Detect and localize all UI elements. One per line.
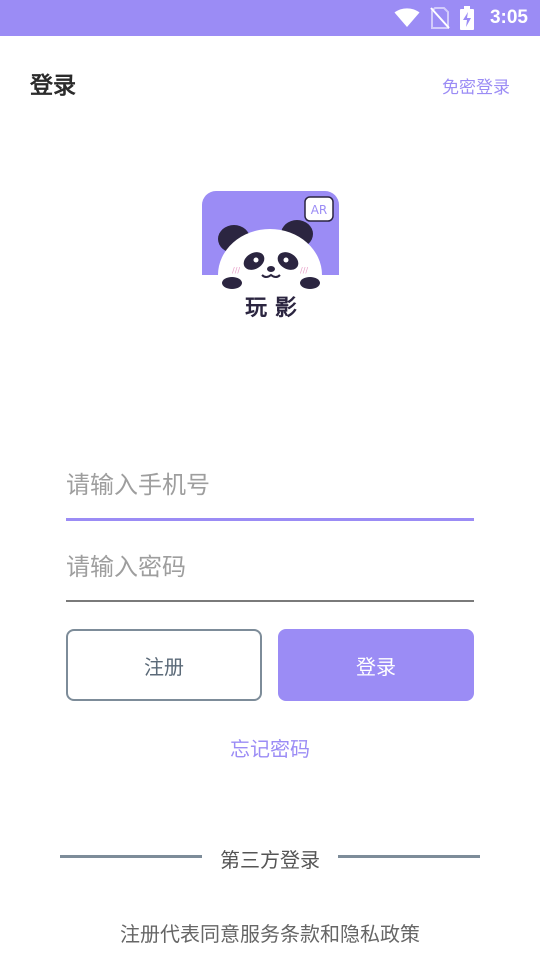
logo-app-name: 玩 影 (245, 296, 297, 321)
password-input[interactable] (66, 542, 474, 592)
status-time: 3:05 (489, 7, 528, 28)
forgot-password-link: 忘记密码 (0, 733, 540, 762)
battery-charging-icon (459, 6, 474, 30)
password-input-underline (66, 600, 474, 602)
ar-badge: AR (311, 203, 328, 217)
forgot-password-text[interactable]: 忘记密码 (230, 737, 310, 761)
password-field-container (66, 542, 474, 592)
divider-right (338, 855, 480, 858)
password-free-login-link[interactable]: 免密登录 (442, 73, 510, 98)
wifi-icon (394, 8, 420, 28)
status-bar: 3:05 (0, 0, 540, 36)
app-logo: /// /// AR 玩 影 (202, 191, 339, 322)
divider-left (60, 855, 202, 858)
phone-input-underline (66, 518, 474, 521)
phone-input[interactable] (66, 460, 474, 510)
terms-text[interactable]: 注册代表同意服务条款和隐私政策 (0, 918, 540, 947)
no-sim-icon (430, 7, 450, 29)
svg-text:///: /// (300, 266, 308, 275)
page-title: 登录 (30, 73, 76, 99)
register-button[interactable]: 注册 (66, 629, 262, 701)
login-button[interactable]: 登录 (278, 629, 474, 701)
svg-text:///: /// (232, 266, 240, 275)
phone-field-container (66, 460, 474, 510)
third-party-login-label: 第三方登录 (220, 848, 320, 872)
